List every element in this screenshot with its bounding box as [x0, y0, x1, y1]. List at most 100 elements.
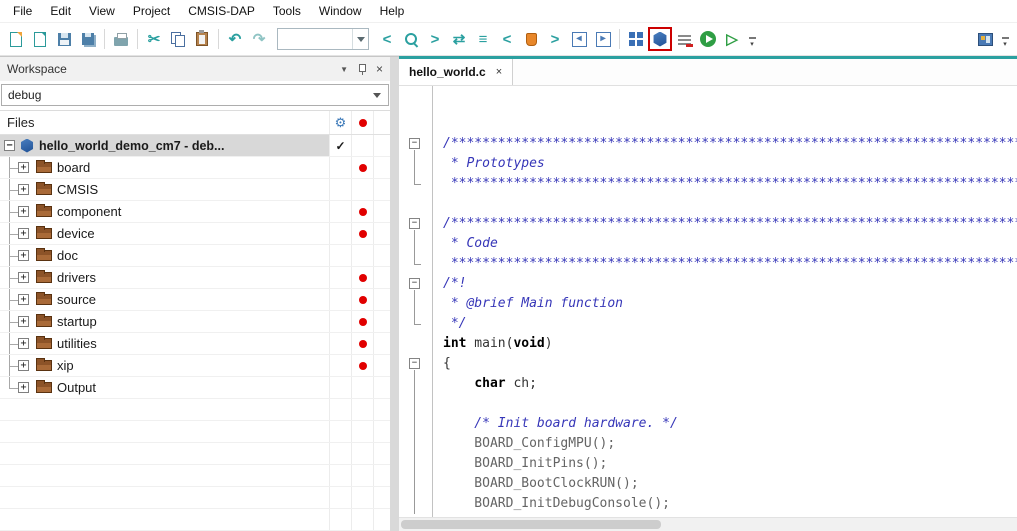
modified-indicator-icon: [359, 318, 367, 326]
tab-hello-world-c[interactable]: hello_world.c ×: [399, 59, 513, 85]
navigate-back-button[interactable]: ◂: [567, 27, 591, 51]
expand-icon[interactable]: +: [18, 294, 29, 305]
menu-view[interactable]: View: [80, 1, 124, 21]
workspace-menu-icon[interactable]: ▼: [340, 65, 348, 74]
find-in-files-button[interactable]: ≡: [471, 27, 495, 51]
toolbar-overflow-right[interactable]: ▾: [999, 27, 1011, 51]
incremental-search-button[interactable]: ⇄: [447, 27, 471, 51]
code-line: −/**************************************…: [399, 214, 1017, 234]
cut-icon: ✂: [148, 32, 161, 47]
print-button[interactable]: [109, 27, 133, 51]
next-bookmark-button[interactable]: >: [543, 27, 567, 51]
menu-tools[interactable]: Tools: [264, 1, 310, 21]
expand-icon[interactable]: +: [18, 272, 29, 283]
run-button[interactable]: ▷: [720, 27, 744, 51]
toolbar-overflow-left[interactable]: ▾: [746, 27, 758, 51]
menu-project[interactable]: Project: [124, 1, 179, 21]
fold-marker[interactable]: −: [399, 214, 433, 234]
expand-icon[interactable]: +: [18, 338, 29, 349]
tree-item-startup[interactable]: +startup: [0, 311, 390, 333]
fold-marker[interactable]: −: [399, 274, 433, 294]
tree-branch-line: [5, 333, 18, 354]
find-previous-button[interactable]: <: [375, 27, 399, 51]
open-file-button[interactable]: [28, 27, 52, 51]
expand-icon[interactable]: +: [18, 316, 29, 327]
expand-icon[interactable]: +: [18, 228, 29, 239]
gear-icon[interactable]: ⚙: [335, 115, 347, 131]
debug-run-button[interactable]: [696, 27, 720, 51]
tree-item-drivers[interactable]: +drivers: [0, 267, 390, 289]
tree-item-utilities[interactable]: +utilities: [0, 333, 390, 355]
tree-item-output[interactable]: +Output: [0, 377, 390, 399]
tree-item-device[interactable]: +device: [0, 223, 390, 245]
tree-item-component[interactable]: +component: [0, 201, 390, 223]
toolbar-separator: [137, 29, 138, 49]
undo-button[interactable]: ↶: [223, 27, 247, 51]
fold-margin: [399, 114, 433, 134]
build-log-button[interactable]: [672, 27, 696, 51]
package-manager-button[interactable]: [648, 27, 672, 51]
fold-marker[interactable]: −: [399, 354, 433, 374]
find-button[interactable]: [399, 27, 423, 51]
fold-collapse-icon[interactable]: −: [409, 218, 420, 229]
fold-collapse-icon[interactable]: −: [409, 358, 420, 369]
fold-marker: [399, 294, 433, 314]
tree-item-doc[interactable]: +doc: [0, 245, 390, 267]
expand-icon[interactable]: +: [18, 382, 29, 393]
menu-help[interactable]: Help: [371, 1, 414, 21]
build-button[interactable]: [624, 27, 648, 51]
horizontal-scrollbar[interactable]: [399, 517, 1017, 531]
tree-item-board[interactable]: +board: [0, 157, 390, 179]
panel-splitter[interactable]: [390, 56, 399, 531]
close-panel-icon[interactable]: ×: [376, 62, 383, 76]
tree-item-xip[interactable]: +xip: [0, 355, 390, 377]
new-file-button[interactable]: [4, 27, 28, 51]
tree-empty-row: [0, 399, 390, 421]
save-button[interactable]: [52, 27, 76, 51]
fold-collapse-icon[interactable]: −: [409, 278, 420, 289]
expand-icon[interactable]: +: [18, 184, 29, 195]
code-line: [399, 194, 1017, 214]
menu-edit[interactable]: Edit: [41, 1, 80, 21]
tree-empty-row: [0, 509, 390, 531]
toggle-bookmark-button[interactable]: [519, 27, 543, 51]
chevron-down-icon[interactable]: [352, 29, 368, 49]
pin-icon[interactable]: [357, 63, 367, 76]
scrollbar-thumb[interactable]: [401, 520, 661, 529]
code-editor[interactable]: −/**************************************…: [399, 86, 1017, 517]
collapse-icon[interactable]: −: [4, 140, 15, 151]
menu-file[interactable]: File: [4, 1, 41, 21]
expand-icon[interactable]: +: [18, 206, 29, 217]
expand-icon[interactable]: +: [18, 360, 29, 371]
find-icon: [404, 32, 419, 47]
cut-button[interactable]: ✂: [142, 27, 166, 51]
paste-button[interactable]: [190, 27, 214, 51]
search-combo[interactable]: [277, 28, 369, 50]
code-text: ****************************************…: [433, 174, 1017, 194]
redo-button[interactable]: ↷: [247, 27, 271, 51]
code-text: * Prototypes: [433, 154, 545, 174]
navigate-forward-button[interactable]: ▸: [591, 27, 615, 51]
expand-icon[interactable]: +: [18, 162, 29, 173]
fold-marker[interactable]: −: [399, 134, 433, 154]
tree-item-cmsis[interactable]: +CMSIS: [0, 179, 390, 201]
main-area: Workspace ▼ × debug Files ⚙: [0, 56, 1017, 531]
previous-bookmark-button[interactable]: <: [495, 27, 519, 51]
menu-window[interactable]: Window: [310, 1, 371, 21]
find-next-button[interactable]: >: [423, 27, 447, 51]
fold-marker: [399, 314, 433, 334]
board-config-button[interactable]: [973, 27, 997, 51]
close-tab-icon[interactable]: ×: [496, 66, 502, 78]
files-header-options-col: ⚙: [329, 111, 351, 134]
expand-icon[interactable]: +: [18, 250, 29, 261]
save-all-button[interactable]: [76, 27, 100, 51]
fold-marker: [399, 474, 433, 494]
fold-marker: [399, 494, 433, 514]
tree-item-source[interactable]: +source: [0, 289, 390, 311]
menu-cmsis-dap[interactable]: CMSIS-DAP: [179, 1, 264, 21]
copy-button[interactable]: [166, 27, 190, 51]
code-line: */: [399, 314, 1017, 334]
tree-root-item[interactable]: −hello_world_demo_cm7 - deb...✓: [0, 135, 390, 157]
fold-collapse-icon[interactable]: −: [409, 138, 420, 149]
config-dropdown[interactable]: debug: [1, 84, 389, 106]
